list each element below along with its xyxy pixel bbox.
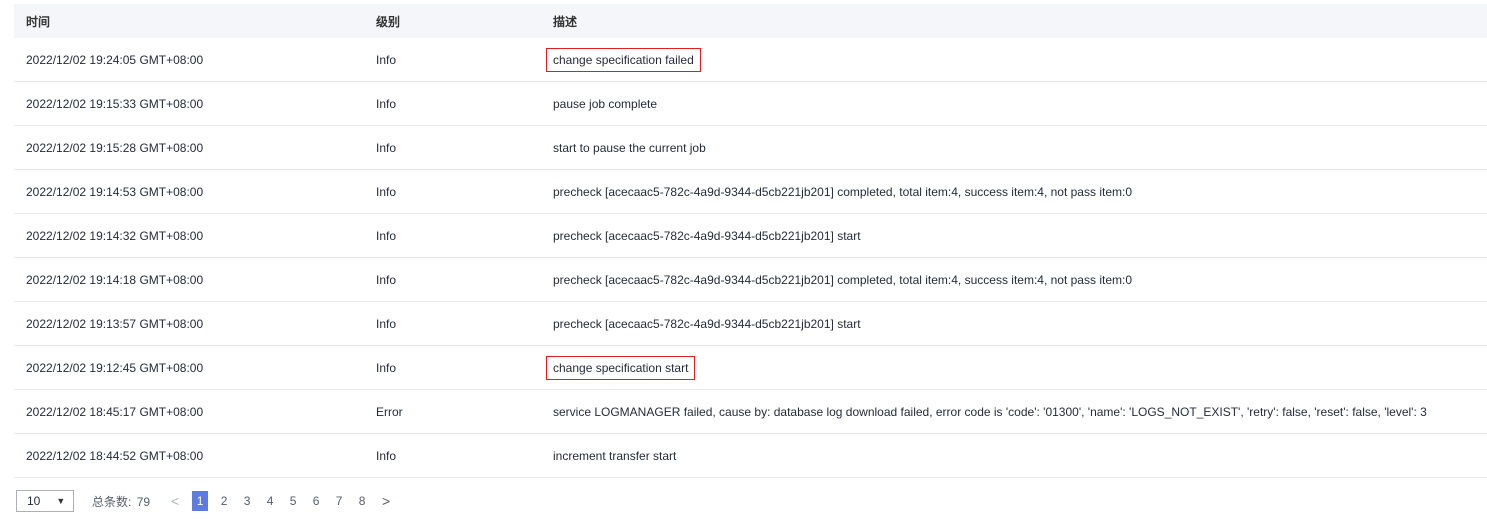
cell-level: Info	[376, 96, 397, 111]
table-row: 2022/12/02 19:15:28 GMT+08:00 Info start…	[14, 126, 1487, 170]
cell-description: start to pause the current job	[553, 140, 706, 155]
page-size-select[interactable]: 10 ▼	[16, 490, 74, 512]
table-header: 时间 级别 描述	[14, 4, 1487, 38]
cell-time: 2022/12/02 19:13:57 GMT+08:00	[26, 316, 204, 331]
cell-level: Info	[376, 52, 397, 67]
cell-level: Error	[376, 404, 403, 419]
cell-description-highlighted: change specification start	[545, 355, 696, 380]
prev-page-icon[interactable]: <	[170, 493, 180, 509]
cell-level: Info	[376, 184, 397, 199]
cell-time: 2022/12/02 19:14:18 GMT+08:00	[26, 272, 204, 287]
page-8-button[interactable]: 8	[355, 491, 369, 511]
table-row: 2022/12/02 19:14:53 GMT+08:00 Info prech…	[14, 170, 1487, 214]
page-6-button[interactable]: 6	[309, 491, 323, 511]
cell-level: Info	[376, 272, 397, 287]
cell-time: 2022/12/02 19:12:45 GMT+08:00	[26, 360, 204, 375]
cell-time: 2022/12/02 18:45:17 GMT+08:00	[26, 404, 204, 419]
table-row: 2022/12/02 19:15:33 GMT+08:00 Info pause…	[14, 82, 1487, 126]
table-row: 2022/12/02 19:13:57 GMT+08:00 Info prech…	[14, 302, 1487, 346]
total-label: 总条数:	[92, 494, 132, 509]
cell-description: service LOGMANAGER failed, cause by: dat…	[553, 404, 1427, 419]
cell-time: 2022/12/02 19:24:05 GMT+08:00	[26, 52, 204, 67]
cell-description: precheck [acecaac5-782c-4a9d-9344-d5cb22…	[553, 316, 861, 331]
page-3-button[interactable]: 3	[240, 491, 254, 511]
table-row: 2022/12/02 19:14:18 GMT+08:00 Info prech…	[14, 258, 1487, 302]
cell-time: 2022/12/02 19:14:53 GMT+08:00	[26, 184, 204, 199]
cell-time: 2022/12/02 19:15:28 GMT+08:00	[26, 140, 204, 155]
cell-description: precheck [acecaac5-782c-4a9d-9344-d5cb22…	[553, 184, 1132, 199]
caret-down-icon: ▼	[56, 496, 66, 506]
total-value: 79	[136, 494, 151, 509]
table-row: 2022/12/02 19:14:32 GMT+08:00 Info prech…	[14, 214, 1487, 258]
cell-description: pause job complete	[553, 96, 658, 111]
cell-level: Info	[376, 228, 397, 243]
page-2-button[interactable]: 2	[217, 491, 231, 511]
cell-description-highlighted: change specification failed	[546, 47, 701, 72]
header-description[interactable]: 描述	[553, 13, 577, 30]
cell-description: precheck [acecaac5-782c-4a9d-9344-d5cb22…	[553, 228, 861, 243]
next-page-icon[interactable]: >	[381, 493, 391, 509]
page-1-button[interactable]: 1	[192, 491, 209, 511]
table-row: 2022/12/02 19:24:05 GMT+08:00 Info chang…	[14, 38, 1487, 82]
header-time[interactable]: 时间	[26, 13, 50, 30]
table-row: 2022/12/02 18:44:52 GMT+08:00 Info incre…	[14, 434, 1487, 478]
page-4-button[interactable]: 4	[263, 491, 277, 511]
event-log-table: 时间 级别 描述 2022/12/02 19:24:05 GMT+08:00 I…	[14, 4, 1487, 478]
cell-level: Info	[376, 448, 397, 463]
header-level[interactable]: 级别	[376, 13, 400, 30]
cell-time: 2022/12/02 19:14:32 GMT+08:00	[26, 228, 204, 243]
total-count: 总条数: 79	[92, 493, 150, 510]
pagination: 10 ▼ 总条数: 79 < 1 2 3 4 5 6 7 8 >	[16, 490, 391, 512]
page-size-value: 10	[27, 494, 41, 508]
table-row: 2022/12/02 18:45:17 GMT+08:00 Error serv…	[14, 390, 1487, 434]
page-5-button[interactable]: 5	[286, 491, 300, 511]
cell-level: Info	[376, 316, 397, 331]
table-row: 2022/12/02 19:12:45 GMT+08:00 Info chang…	[14, 346, 1487, 390]
cell-description: precheck [acecaac5-782c-4a9d-9344-d5cb22…	[553, 272, 1132, 287]
cell-level: Info	[376, 360, 397, 375]
cell-level: Info	[376, 140, 397, 155]
cell-time: 2022/12/02 18:44:52 GMT+08:00	[26, 448, 204, 463]
cell-description: increment transfer start	[553, 448, 677, 463]
cell-time: 2022/12/02 19:15:33 GMT+08:00	[26, 96, 204, 111]
page-7-button[interactable]: 7	[332, 491, 346, 511]
